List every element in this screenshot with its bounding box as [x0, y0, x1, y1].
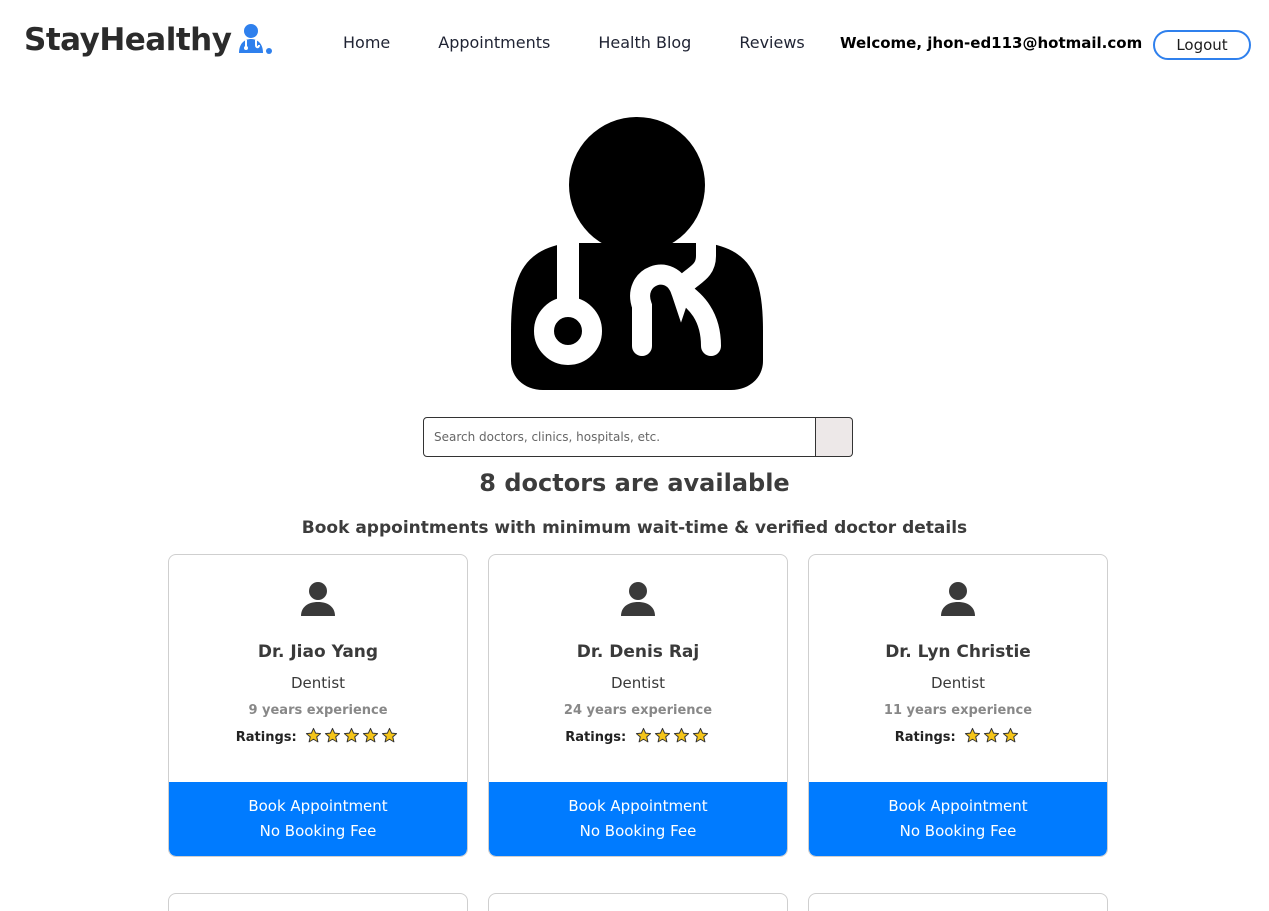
doctor-card [488, 893, 788, 911]
ratings-label: Ratings: [894, 730, 956, 745]
rating-stars [635, 727, 711, 744]
no-booking-fee-label: No Booking Fee [259, 822, 377, 840]
book-appointment-button[interactable]: Book Appointment No Booking Fee [809, 782, 1107, 856]
star-icon [325, 727, 341, 743]
doctor-name: Dr. Denis Raj [576, 642, 700, 662]
rating-stars [305, 727, 400, 744]
doctor-card [168, 893, 468, 911]
book-appointment-label: Book Appointment [888, 797, 1028, 815]
navbar: StayHealthy Home Appointments Health Blo… [0, 0, 1269, 88]
logout-button[interactable]: Logout [1153, 30, 1251, 60]
doctor-card: Dr. Jiao Yang Dentist 9 years experience… [168, 554, 468, 857]
rating-stars [964, 727, 1021, 744]
doctor-card: Dr. Lyn Christie Dentist 11 years experi… [808, 554, 1108, 857]
star-icon [635, 727, 651, 743]
doctor-name: Dr. Jiao Yang [257, 642, 379, 662]
star-icon [673, 727, 689, 743]
doctors-available-subtitle: Book appointments with minimum wait-time… [301, 518, 968, 538]
nav-link-reviews[interactable]: Reviews [739, 33, 804, 52]
doctor-specialty: Dentist [610, 674, 666, 692]
doctor-rating: Ratings: [169, 727, 467, 745]
no-booking-fee-label: No Booking Fee [579, 822, 697, 840]
star-icon [363, 727, 379, 743]
doctor-experience: 9 years experience [248, 703, 388, 718]
doctor-avatar-icon [621, 582, 655, 616]
star-icon [984, 727, 1000, 743]
search-input[interactable] [423, 417, 817, 457]
nav-link-home[interactable]: Home [343, 33, 390, 52]
ratings-label: Ratings: [235, 730, 297, 745]
ratings-label: Ratings: [565, 730, 627, 745]
no-booking-fee-label: No Booking Fee [899, 822, 1017, 840]
brand-name[interactable]: StayHealthy [24, 22, 232, 58]
doctor-logo-icon [239, 24, 273, 54]
star-icon [382, 727, 398, 743]
nav-link-appointments[interactable]: Appointments [438, 33, 550, 52]
star-icon [965, 727, 981, 743]
search-bar [423, 417, 853, 457]
book-appointment-label: Book Appointment [568, 797, 708, 815]
brand[interactable]: StayHealthy [24, 22, 273, 58]
doctor-specialty: Dentist [290, 674, 346, 692]
star-icon [692, 727, 708, 743]
nav-links: Home Appointments Health Blog Reviews [343, 33, 853, 52]
star-icon [344, 727, 360, 743]
search-button[interactable] [816, 417, 853, 457]
doctor-experience: 11 years experience [883, 703, 1033, 718]
doctor-card: Dr. Denis Raj Dentist 24 years experienc… [488, 554, 788, 857]
doctor-specialty: Dentist [930, 674, 986, 692]
star-icon [306, 727, 322, 743]
doctor-name: Dr. Lyn Christie [885, 642, 1031, 662]
doctor-avatar-icon [301, 582, 335, 616]
doctor-experience: 24 years experience [563, 703, 713, 718]
doctor-stethoscope-icon [511, 117, 763, 390]
doctors-available-title: 8 doctors are available [479, 469, 790, 497]
nav-link-health-blog[interactable]: Health Blog [598, 33, 691, 52]
doctor-rating: Ratings: [489, 727, 787, 745]
book-appointment-button[interactable]: Book Appointment No Booking Fee [169, 782, 467, 856]
doctor-avatar-icon [941, 582, 975, 616]
doctor-rating: Ratings: [809, 727, 1107, 745]
welcome-text: Welcome, jhon-ed113@hotmail.com [840, 34, 1143, 52]
star-icon [1003, 727, 1019, 743]
book-appointment-label: Book Appointment [248, 797, 388, 815]
book-appointment-button[interactable]: Book Appointment No Booking Fee [489, 782, 787, 856]
star-icon [654, 727, 670, 743]
doctor-card [808, 893, 1108, 911]
